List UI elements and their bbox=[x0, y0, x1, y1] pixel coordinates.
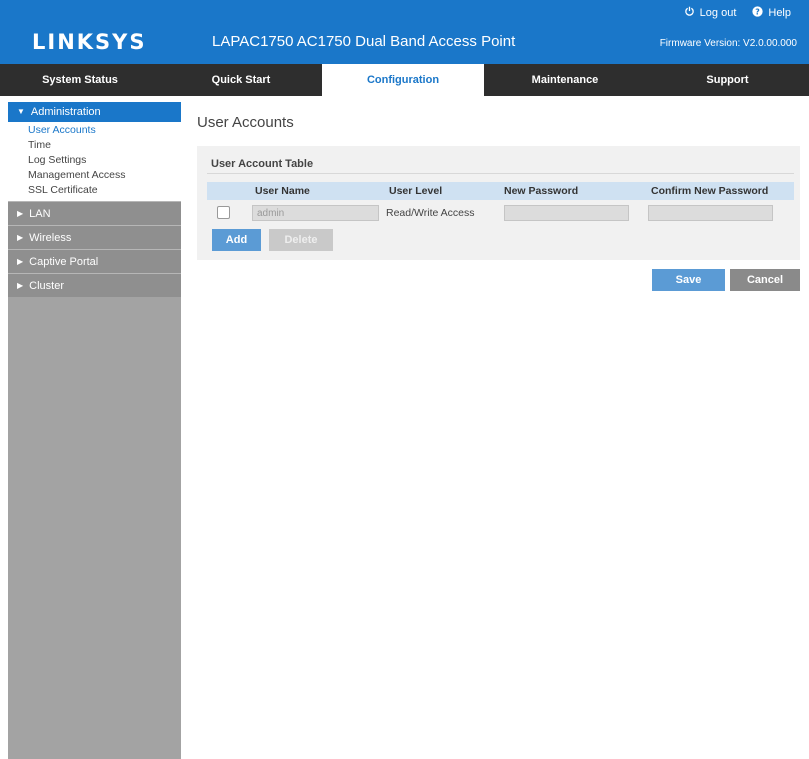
caret-right-icon: ▶ bbox=[17, 209, 24, 218]
tab-support[interactable]: Support bbox=[646, 64, 809, 96]
sidebar-item-management-access[interactable]: Management Access bbox=[8, 168, 181, 183]
logout-link[interactable]: Log out bbox=[684, 6, 737, 20]
sidebar-group-label: Captive Portal bbox=[29, 256, 99, 268]
table-title: User Account Table bbox=[211, 158, 314, 170]
cancel-button[interactable]: Cancel bbox=[730, 269, 800, 291]
administration-submenu: User Accounts Time Log Settings Manageme… bbox=[8, 122, 181, 201]
caret-right-icon: ▶ bbox=[17, 233, 24, 242]
top-links: Log out ? Help bbox=[684, 6, 791, 20]
new-password-field[interactable] bbox=[504, 205, 629, 221]
user-account-table-panel: User Account Table User Name User Level … bbox=[197, 146, 800, 260]
row-select-checkbox[interactable] bbox=[217, 206, 230, 219]
tab-quick-start[interactable]: Quick Start bbox=[160, 64, 322, 96]
sidebar-group-captive-portal[interactable]: ▶ Captive Portal bbox=[8, 249, 181, 273]
sidebar-group-label: Cluster bbox=[29, 280, 64, 292]
firmware-version: Firmware Version: V2.0.00.000 bbox=[659, 38, 797, 49]
sidebar-item-log-settings[interactable]: Log Settings bbox=[8, 153, 181, 168]
linksys-logo: LINKSYS bbox=[32, 30, 147, 54]
sidebar-item-time[interactable]: Time bbox=[8, 138, 181, 153]
help-link[interactable]: ? Help bbox=[752, 6, 791, 20]
add-button[interactable]: Add bbox=[212, 229, 261, 251]
table-header: User Name User Level New Password Confir… bbox=[207, 182, 794, 200]
confirm-password-field[interactable] bbox=[648, 205, 773, 221]
page-title: User Accounts bbox=[197, 114, 294, 131]
help-icon: ? bbox=[752, 6, 764, 20]
sidebar-group-cluster[interactable]: ▶ Cluster bbox=[8, 273, 181, 297]
caret-down-icon: ▼ bbox=[17, 107, 25, 116]
user-name-field[interactable] bbox=[252, 205, 379, 221]
main-nav: System Status Quick Start Configuration … bbox=[0, 64, 809, 96]
caret-right-icon: ▶ bbox=[17, 281, 24, 290]
sidebar: ▼ Administration User Accounts Time Log S… bbox=[8, 102, 181, 759]
save-button[interactable]: Save bbox=[652, 269, 725, 291]
tab-maintenance[interactable]: Maintenance bbox=[484, 64, 646, 96]
column-header-user-level: User Level bbox=[389, 185, 443, 197]
tab-system-status[interactable]: System Status bbox=[0, 64, 160, 96]
delete-button[interactable]: Delete bbox=[269, 229, 333, 251]
user-level-value: Read/Write Access bbox=[386, 207, 475, 219]
caret-right-icon: ▶ bbox=[17, 257, 24, 266]
divider bbox=[207, 173, 794, 174]
sidebar-group-label: Wireless bbox=[29, 232, 72, 244]
sidebar-item-ssl-certificate[interactable]: SSL Certificate bbox=[8, 183, 181, 198]
logout-label: Log out bbox=[699, 7, 737, 19]
power-icon bbox=[684, 6, 695, 20]
product-title: LAPAC1750 AC1750 Dual Band Access Point bbox=[212, 33, 516, 50]
sidebar-group-wireless[interactable]: ▶ Wireless bbox=[8, 225, 181, 249]
column-header-new-password: New Password bbox=[504, 185, 579, 197]
help-label: Help bbox=[768, 7, 791, 19]
tab-configuration[interactable]: Configuration bbox=[322, 64, 484, 96]
svg-text:?: ? bbox=[756, 7, 761, 16]
sidebar-group-label: Administration bbox=[30, 106, 101, 118]
column-header-confirm-password: Confirm New Password bbox=[651, 185, 769, 197]
sidebar-group-administration[interactable]: ▼ Administration bbox=[8, 102, 181, 122]
sidebar-group-label: LAN bbox=[29, 208, 51, 220]
header-bar: LINKSYS LAPAC1750 AC1750 Dual Band Acces… bbox=[0, 0, 809, 64]
sidebar-item-user-accounts[interactable]: User Accounts bbox=[8, 123, 181, 138]
sidebar-group-lan[interactable]: ▶ LAN bbox=[8, 201, 181, 225]
column-header-user-name: User Name bbox=[255, 185, 310, 197]
